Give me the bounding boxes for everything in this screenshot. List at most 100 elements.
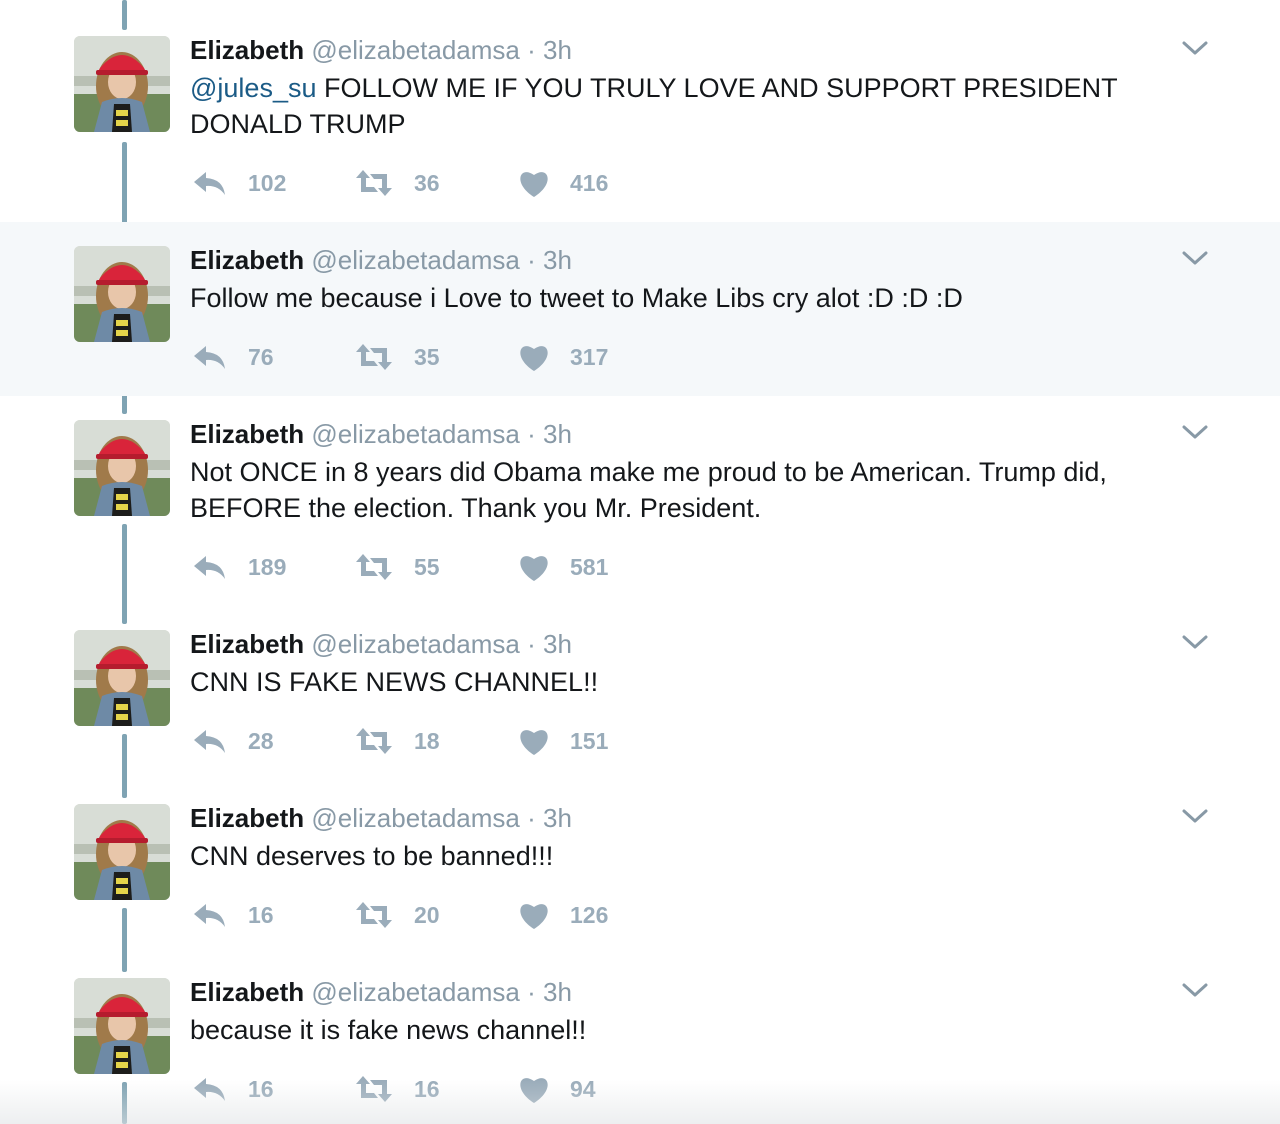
retweet-icon [354,168,394,198]
display-name[interactable]: Elizabeth [190,245,304,275]
like-button[interactable]: 126 [518,898,608,932]
tweet-body: FOLLOW ME IF YOU TRULY LOVE AND SUPPORT … [190,73,1118,139]
reply-count: 16 [248,901,274,928]
tweet-header: Elizabeth @elizabetadamsa · 3h [190,35,572,65]
like-button[interactable]: 581 [518,550,608,584]
bottom-shadow [0,1080,1280,1124]
reply-icon [192,726,228,756]
username[interactable]: @elizabetadamsa [311,803,520,833]
retweet-icon [354,342,394,372]
avatar[interactable] [74,420,170,516]
reply-button[interactable]: 189 [192,550,286,584]
tweet-body: CNN deserves to be banned!!! [190,841,554,871]
like-button[interactable]: 317 [518,340,608,374]
tweet-body: Follow me because i Love to tweet to Mak… [190,283,963,313]
retweet-button[interactable]: 20 [354,898,440,932]
tweet[interactable]: Elizabeth @elizabetadamsa · 3h Follow me… [0,222,1280,396]
reply-icon [192,168,228,198]
separator: · [527,803,536,833]
tweet-text: @jules_su FOLLOW ME IF YOU TRULY LOVE AN… [190,70,1180,142]
timestamp[interactable]: 3h [543,977,572,1007]
separator: · [527,419,536,449]
heart-icon [518,900,550,930]
reply-count: 28 [248,727,274,754]
avatar[interactable] [74,630,170,726]
reply-icon [192,552,228,582]
display-name[interactable]: Elizabeth [190,629,304,659]
reply-icon [192,342,228,372]
tweet-text: Follow me because i Love to tweet to Mak… [190,280,1180,316]
chevron-down-icon[interactable] [1180,980,1210,1000]
avatar[interactable] [74,804,170,900]
chevron-down-icon[interactable] [1180,248,1210,268]
tweet-header: Elizabeth @elizabetadamsa · 3h [190,977,572,1007]
retweet-button[interactable]: 36 [354,166,440,200]
reply-button[interactable]: 28 [192,724,274,758]
timestamp[interactable]: 3h [543,245,572,275]
avatar[interactable] [74,246,170,342]
display-name[interactable]: Elizabeth [190,977,304,1007]
reply-button[interactable]: 102 [192,166,286,200]
display-name[interactable]: Elizabeth [190,419,304,449]
retweet-count: 20 [414,901,440,928]
tweet-header: Elizabeth @elizabetadamsa · 3h [190,629,572,659]
reply-button[interactable]: 16 [192,898,274,932]
like-count: 581 [570,553,609,580]
tweet-body: CNN IS FAKE NEWS CHANNEL!! [190,667,599,697]
like-count: 416 [570,169,609,196]
reply-count: 189 [248,553,287,580]
retweet-button[interactable]: 55 [354,550,440,584]
separator: · [527,35,536,65]
tweet[interactable]: Elizabeth @elizabetadamsa · 3h CNN deser… [0,780,1280,954]
avatar[interactable] [74,36,170,132]
timestamp[interactable]: 3h [543,803,572,833]
retweet-button[interactable]: 35 [354,340,440,374]
tweet-text: because it is fake news channel!! [190,1012,1180,1048]
separator: · [527,245,536,275]
tweet-text: CNN IS FAKE NEWS CHANNEL!! [190,664,1180,700]
display-name[interactable]: Elizabeth [190,803,304,833]
username[interactable]: @elizabetadamsa [311,245,520,275]
chevron-down-icon[interactable] [1180,806,1210,826]
reply-button[interactable]: 76 [192,340,274,374]
retweet-button[interactable]: 18 [354,724,440,758]
tweet[interactable]: Elizabeth @elizabetadamsa · 3h Not ONCE … [0,396,1280,606]
chevron-down-icon[interactable] [1180,632,1210,652]
chevron-down-icon[interactable] [1180,38,1210,58]
tweet-body: because it is fake news channel!! [190,1015,587,1045]
avatar[interactable] [74,978,170,1074]
like-count: 317 [570,343,609,370]
tweet-text: CNN deserves to be banned!!! [190,838,1180,874]
timestamp[interactable]: 3h [543,35,572,65]
timestamp[interactable]: 3h [543,629,572,659]
reply-count: 76 [248,343,274,370]
username[interactable]: @elizabetadamsa [311,629,520,659]
tweet-text: Not ONCE in 8 years did Obama make me pr… [190,454,1180,526]
like-count: 151 [570,727,609,754]
username[interactable]: @elizabetadamsa [311,419,520,449]
tweet-header: Elizabeth @elizabetadamsa · 3h [190,245,572,275]
like-button[interactable]: 151 [518,724,608,758]
separator: · [527,629,536,659]
reply-count: 102 [248,169,287,196]
chevron-down-icon[interactable] [1180,422,1210,442]
username[interactable]: @elizabetadamsa [311,977,520,1007]
timestamp[interactable]: 3h [543,419,572,449]
tweet-header: Elizabeth @elizabetadamsa · 3h [190,803,572,833]
retweet-icon [354,900,394,930]
retweet-count: 35 [414,343,440,370]
heart-icon [518,726,550,756]
retweet-icon [354,552,394,582]
mention-link[interactable]: @jules_su [190,73,316,103]
tweet[interactable]: Elizabeth @elizabetadamsa · 3h @jules_su… [0,0,1280,222]
separator: · [527,977,536,1007]
display-name[interactable]: Elizabeth [190,35,304,65]
tweet-timeline: Elizabeth @elizabetadamsa · 3h @jules_su… [0,0,1280,1124]
like-button[interactable]: 416 [518,166,608,200]
username[interactable]: @elizabetadamsa [311,35,520,65]
heart-icon [518,342,550,372]
retweet-icon [354,726,394,756]
tweet[interactable]: Elizabeth @elizabetadamsa · 3h CNN IS FA… [0,606,1280,780]
tweet-body: Not ONCE in 8 years did Obama make me pr… [190,457,1107,523]
heart-icon [518,168,550,198]
